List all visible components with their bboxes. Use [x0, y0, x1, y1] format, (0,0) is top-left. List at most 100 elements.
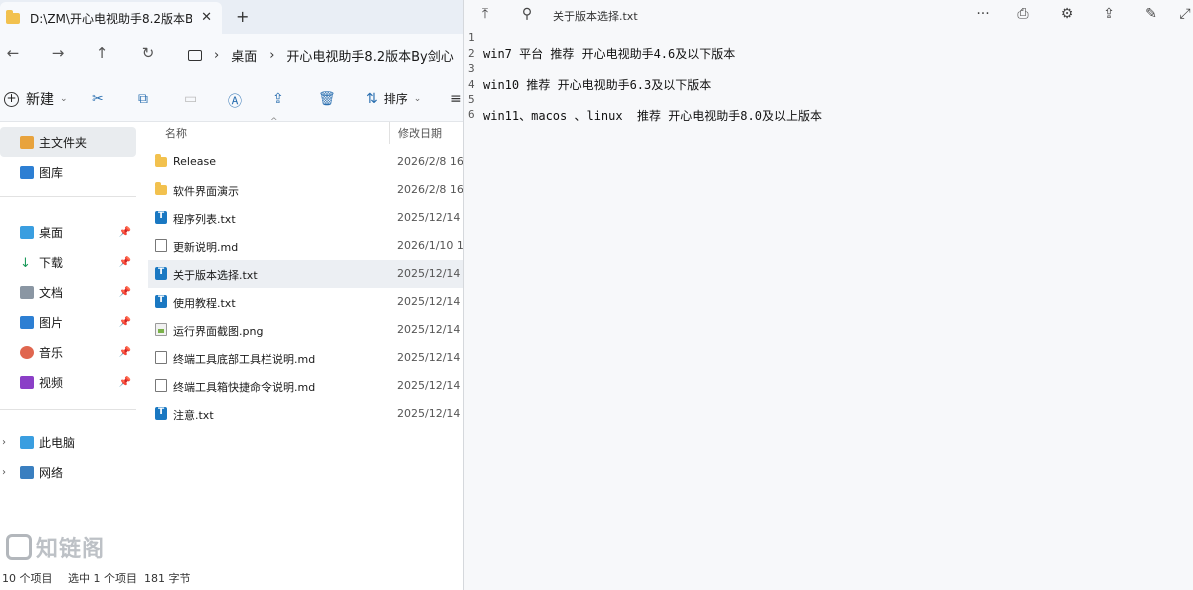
- text-file-icon: [155, 295, 167, 308]
- pin-icon[interactable]: 📌: [119, 257, 131, 268]
- pin-icon[interactable]: 📌: [119, 377, 131, 388]
- line-number: 4: [468, 78, 475, 91]
- file-date: 2025/12/14: [397, 267, 461, 280]
- line-number: 5: [468, 93, 475, 106]
- lock-file-icon[interactable]: ⎙: [1014, 6, 1032, 22]
- markdown-file-icon: [155, 379, 167, 392]
- file-row[interactable]: 软件界面演示 2026/2/8 16: [148, 176, 464, 204]
- pin-icon[interactable]: 📌: [119, 287, 131, 298]
- edit-icon[interactable]: ✎: [1142, 6, 1160, 22]
- sidebar-item-network[interactable]: › 网络: [0, 457, 136, 487]
- pin-icon[interactable]: 📌: [119, 227, 131, 238]
- column-headers: ^ 名称 修改日期: [148, 117, 464, 144]
- file-row[interactable]: 程序列表.txt 2025/12/14: [148, 204, 464, 232]
- settings-icon[interactable]: ⚙: [1058, 6, 1076, 22]
- command-bar: + 新建 ⌄ ✂ ⧉ ▭ Ⓐ ⇪ 🗑 ⇅ 排序 ⌄ ≡: [0, 76, 464, 122]
- file-row[interactable]: 更新说明.md 2026/1/10 10: [148, 232, 464, 260]
- markdown-file-icon: [155, 239, 167, 252]
- cut-icon[interactable]: ✂: [92, 91, 104, 107]
- chevron-right-icon[interactable]: ›: [2, 467, 6, 478]
- breadcrumb-folder[interactable]: 开心电视助手8.2版本By剑心: [286, 46, 453, 65]
- pin-icon[interactable]: ⚲: [518, 6, 536, 22]
- view-icon[interactable]: ≡: [450, 91, 462, 107]
- file-row[interactable]: 终端工具箱快捷命令说明.md 2025/12/14: [148, 372, 464, 400]
- file-date: 2025/12/14: [397, 295, 461, 308]
- file-date: 2026/2/8 16: [397, 155, 464, 168]
- delete-icon[interactable]: 🗑: [318, 91, 336, 107]
- column-header-date[interactable]: 修改日期: [398, 125, 442, 141]
- copy-icon[interactable]: ⧉: [138, 91, 148, 107]
- pin-icon[interactable]: 📌: [119, 317, 131, 328]
- paste-icon[interactable]: ▭: [184, 91, 197, 107]
- file-name: 软件界面演示: [173, 185, 239, 198]
- chevron-right-icon[interactable]: ›: [2, 437, 6, 448]
- video-icon: [20, 375, 34, 389]
- new-tab-button[interactable]: +: [236, 7, 249, 26]
- sort-button[interactable]: ⇅ 排序 ⌄: [366, 90, 421, 107]
- pictures-icon: [20, 315, 34, 329]
- forward-button[interactable]: →: [48, 44, 68, 62]
- editor-line: win11、macos 、linux 推荐 开心电视助手8.0及以上版本: [483, 109, 822, 123]
- file-row[interactable]: Release 2026/2/8 16: [148, 148, 464, 176]
- chevron-right-icon: ›: [269, 48, 275, 63]
- editor-content[interactable]: 1 2 3 4 5 6 win7 平台 推荐 开心电视助手4.6及以下版本 wi…: [464, 30, 1193, 590]
- image-file-icon: [155, 323, 167, 336]
- new-button[interactable]: + 新建 ⌄: [4, 89, 68, 109]
- chevron-down-icon: ⌄: [413, 93, 422, 104]
- sidebar-item-gallery[interactable]: 图库: [0, 157, 136, 187]
- sidebar-item-desktop[interactable]: 桌面 📌: [0, 217, 136, 247]
- sidebar-item-home[interactable]: 主文件夹: [0, 127, 136, 157]
- sidebar-item-this-pc[interactable]: › 此电脑: [0, 427, 136, 457]
- download-icon: ↓: [20, 255, 31, 271]
- sidebar-item-pictures[interactable]: 图片 📌: [0, 307, 136, 337]
- pin-icon[interactable]: 📌: [119, 347, 131, 358]
- line-number: 2: [468, 47, 475, 60]
- sidebar-item-downloads[interactable]: ↓ 下载 📌: [0, 247, 136, 277]
- chevron-down-icon: ⌄: [60, 94, 68, 104]
- more-icon[interactable]: ···: [974, 6, 992, 22]
- file-name: 注意.txt: [173, 409, 214, 422]
- file-name: 关于版本选择.txt: [173, 269, 258, 282]
- file-row[interactable]: 注意.txt 2025/12/14: [148, 400, 464, 428]
- column-divider[interactable]: [389, 122, 390, 144]
- up-button[interactable]: ↑: [92, 44, 112, 62]
- breadcrumb-desktop[interactable]: 桌面: [231, 46, 257, 65]
- file-row[interactable]: 终端工具底部工具栏说明.md 2025/12/14: [148, 344, 464, 372]
- sidebar-item-label: 此电脑: [39, 435, 76, 450]
- status-selected-size: 181 字节: [144, 572, 191, 585]
- file-row[interactable]: 运行界面截图.png 2025/12/14: [148, 316, 464, 344]
- explorer-tab[interactable]: D:\ZM\开心电视助手8.2版本By ✕: [0, 2, 222, 34]
- sort-label: 排序: [383, 92, 408, 106]
- status-selected-count: 选中 1 个项目: [68, 572, 137, 585]
- file-name: 程序列表.txt: [173, 213, 236, 226]
- column-header-name[interactable]: 名称: [165, 125, 187, 141]
- watermark-text: 知链阁: [36, 537, 106, 562]
- share-icon[interactable]: ⇪: [272, 91, 284, 107]
- line-number: 3: [468, 62, 475, 75]
- sidebar-item-documents[interactable]: 文档 📌: [0, 277, 136, 307]
- expand-icon[interactable]: ⤢: [1176, 6, 1193, 22]
- text-file-icon: [155, 407, 167, 420]
- refresh-button[interactable]: ↻: [138, 44, 158, 62]
- close-tab-icon[interactable]: ✕: [201, 10, 212, 25]
- text-file-icon: [155, 267, 167, 280]
- status-bar: 10 个项目 选中 1 个项目 181 字节: [0, 564, 464, 590]
- sidebar-item-videos[interactable]: 视频 📌: [0, 367, 136, 397]
- new-label: 新建: [26, 92, 54, 108]
- breadcrumb[interactable]: › 桌面 › 开心电视助手8.2版本By剑心: [188, 46, 454, 65]
- divider: [0, 409, 136, 410]
- watermark-logo: 知链阁: [6, 532, 106, 562]
- sidebar-item-label: 下载: [39, 255, 64, 270]
- sidebar-item-music[interactable]: 音乐 📌: [0, 337, 136, 367]
- file-row-selected[interactable]: 关于版本选择.txt 2025/12/14: [148, 260, 464, 288]
- text-editor-window: ⤒ ⚲ 关于版本选择.txt ··· ⎙ ⚙ ⇪ ✎ ⤢ 1 2 3 4 5 6…: [463, 0, 1193, 590]
- sidebar-item-label: 图片: [39, 315, 64, 330]
- file-row[interactable]: 使用教程.txt 2025/12/14: [148, 288, 464, 316]
- share-icon[interactable]: ⇪: [1100, 6, 1118, 22]
- editor-titlebar: ⤒ ⚲ 关于版本选择.txt ··· ⎙ ⚙ ⇪ ✎ ⤢: [464, 0, 1193, 30]
- sort-caret-icon: ^: [270, 117, 278, 127]
- rename-icon[interactable]: Ⓐ: [228, 91, 242, 111]
- back-button[interactable]: ←: [3, 44, 23, 62]
- file-date: 2025/12/14: [397, 379, 461, 392]
- pin-to-top-icon[interactable]: ⤒: [476, 6, 494, 22]
